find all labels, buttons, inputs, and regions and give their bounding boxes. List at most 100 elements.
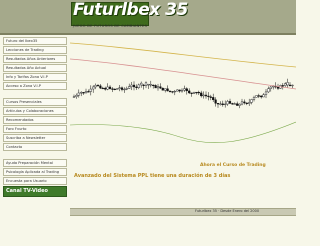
candle-body xyxy=(108,86,112,89)
candle-body xyxy=(288,84,292,87)
brand-name: Futurlbex 35 xyxy=(73,0,188,20)
candle-body xyxy=(137,84,140,88)
candle-body xyxy=(252,97,256,100)
menu-item-recomendados[interactable]: Recomendados xyxy=(3,116,67,124)
candle-body xyxy=(140,82,143,86)
candle-body xyxy=(197,91,200,94)
candle-body xyxy=(80,92,83,94)
moving-average-green xyxy=(70,121,296,143)
candle-body xyxy=(267,88,270,93)
candle-body xyxy=(89,88,92,92)
candle-body xyxy=(195,91,198,94)
footer-text: Futurlbex 35 · Desde Enero del 2000 xyxy=(195,209,260,213)
candle-body xyxy=(209,96,212,98)
menu-item-encuesta[interactable]: Encuesta para Usuario xyxy=(3,177,67,185)
candle-body xyxy=(128,86,131,89)
price-chart-graphic xyxy=(70,42,296,143)
candle-body xyxy=(116,88,119,90)
candle-body xyxy=(154,85,157,89)
course-description: Avanzado del Sistema PPL tiene una durac… xyxy=(74,173,231,179)
candlestick-series xyxy=(72,78,294,109)
menu-item-info-vip[interactable]: Info y Tarifas Zona V.I.P xyxy=(3,73,67,81)
candle-body xyxy=(82,92,85,94)
brand-tagline: JUEGO DE FUTUROS DE CAMBIANTES xyxy=(73,24,148,28)
candle-body xyxy=(238,103,241,106)
menu-item-ayuda[interactable]: Ayuda Preparación Mental xyxy=(3,159,67,167)
candle-body xyxy=(262,94,265,98)
candle-body xyxy=(233,103,236,105)
candle-body xyxy=(96,84,100,87)
candle-body xyxy=(104,87,107,90)
candle-body xyxy=(99,85,102,89)
candle-body xyxy=(185,88,188,92)
menu-group-main: Futuro del Ibex35 Lecciones de Trading R… xyxy=(3,37,67,90)
moving-average-gold xyxy=(70,42,296,68)
candle-body xyxy=(178,89,181,92)
candle-body xyxy=(188,90,191,94)
candle-body xyxy=(92,86,95,90)
menu-group-extra: Ayuda Preparación Mental Psicología Apli… xyxy=(3,159,67,197)
candle-body xyxy=(84,91,88,94)
candle-body xyxy=(94,84,97,88)
candle-body xyxy=(101,87,104,90)
candle-body xyxy=(224,103,227,106)
menu-item-foro[interactable]: Foro Fvurto xyxy=(3,125,67,133)
candle-body xyxy=(190,92,193,94)
candle-body xyxy=(176,89,179,92)
candle-body xyxy=(204,94,208,97)
candle-body xyxy=(152,84,155,87)
candle-body xyxy=(269,86,272,89)
candle-body xyxy=(111,88,114,90)
candle-body xyxy=(180,89,184,92)
candle-body xyxy=(240,101,244,105)
menu-item-lecciones[interactable]: Lecciones de Trading xyxy=(3,46,67,54)
menu-item-futuro[interactable]: Futuro del Ibex35 xyxy=(3,37,67,45)
candle-body xyxy=(286,82,289,86)
candle-body xyxy=(226,101,229,105)
menu-item-cursos[interactable]: Cursos Presenciales xyxy=(3,98,67,106)
candle-body xyxy=(250,99,253,103)
footer-bar xyxy=(70,208,296,216)
candle-body xyxy=(212,97,215,101)
candle-body xyxy=(243,101,246,104)
menu-item-psicologia[interactable]: Psicología Aplicada al Trading xyxy=(3,168,67,176)
candle-body xyxy=(255,95,258,98)
menu-item-acceso-vip[interactable]: Acceso a Zona V.I.P xyxy=(3,82,67,90)
candle-body xyxy=(236,103,239,106)
candle-body xyxy=(276,86,280,89)
candle-body xyxy=(183,88,186,91)
candle-body xyxy=(284,83,287,86)
candle-body xyxy=(87,91,90,93)
candle-body xyxy=(106,86,109,90)
candle-body xyxy=(171,91,174,93)
candle-body xyxy=(123,88,126,91)
menu-item-contacto[interactable]: Contacto xyxy=(3,143,67,151)
sidebar: Futuro del Ibex35 Lecciones de Trading R… xyxy=(3,37,67,205)
menu-item-newsletter[interactable]: Suscriba a Newsletter xyxy=(3,134,67,142)
candle-body xyxy=(168,90,172,92)
candle-body xyxy=(75,95,78,97)
candle-body xyxy=(221,103,224,105)
candle-body xyxy=(219,103,222,105)
candle-body xyxy=(207,95,210,98)
candle-body xyxy=(156,86,160,89)
header-divider xyxy=(0,33,296,35)
candle-body xyxy=(202,94,205,97)
menu-item-articulos[interactable]: Artículos y Colaboraciones xyxy=(3,107,67,115)
menu-item-resultados-actual[interactable]: Resultados Año Actual xyxy=(3,64,67,72)
candle-body xyxy=(231,103,234,105)
candle-body xyxy=(125,88,128,90)
candle-body xyxy=(260,95,263,98)
candle-body xyxy=(132,84,136,88)
candle-body xyxy=(149,84,152,86)
candle-body xyxy=(173,90,176,93)
candle-body xyxy=(291,84,294,87)
candle-body xyxy=(118,87,121,89)
candle-body xyxy=(142,84,145,87)
menu-item-canal-tv[interactable]: Canal TV-Video xyxy=(3,186,67,197)
candle-body xyxy=(192,91,196,94)
candle-body xyxy=(200,92,203,97)
candle-body xyxy=(159,86,162,89)
menu-group-secondary: Cursos Presenciales Artículos y Colabora… xyxy=(3,98,67,151)
menu-item-resultados-anteriores[interactable]: Resultados Años Anteriores xyxy=(3,55,67,63)
